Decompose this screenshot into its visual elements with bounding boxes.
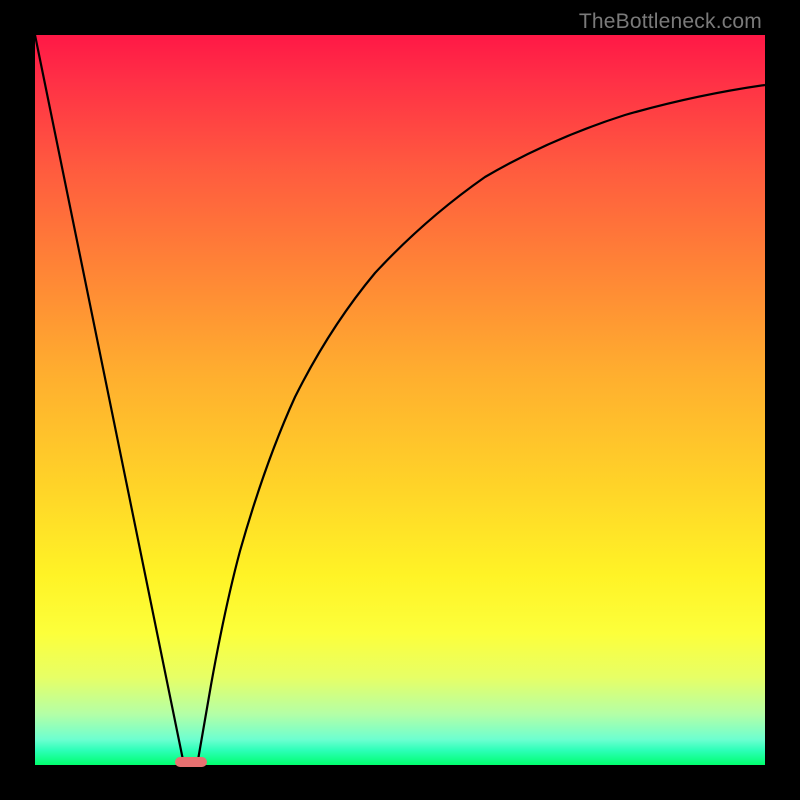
chart-frame: TheBottleneck.com [0, 0, 800, 800]
watermark-text: TheBottleneck.com [579, 10, 762, 34]
curve-left [35, 35, 183, 760]
bottleneck-marker [175, 757, 207, 767]
plot-area [35, 35, 765, 765]
curve-right [198, 85, 765, 760]
curve-layer [35, 35, 765, 765]
